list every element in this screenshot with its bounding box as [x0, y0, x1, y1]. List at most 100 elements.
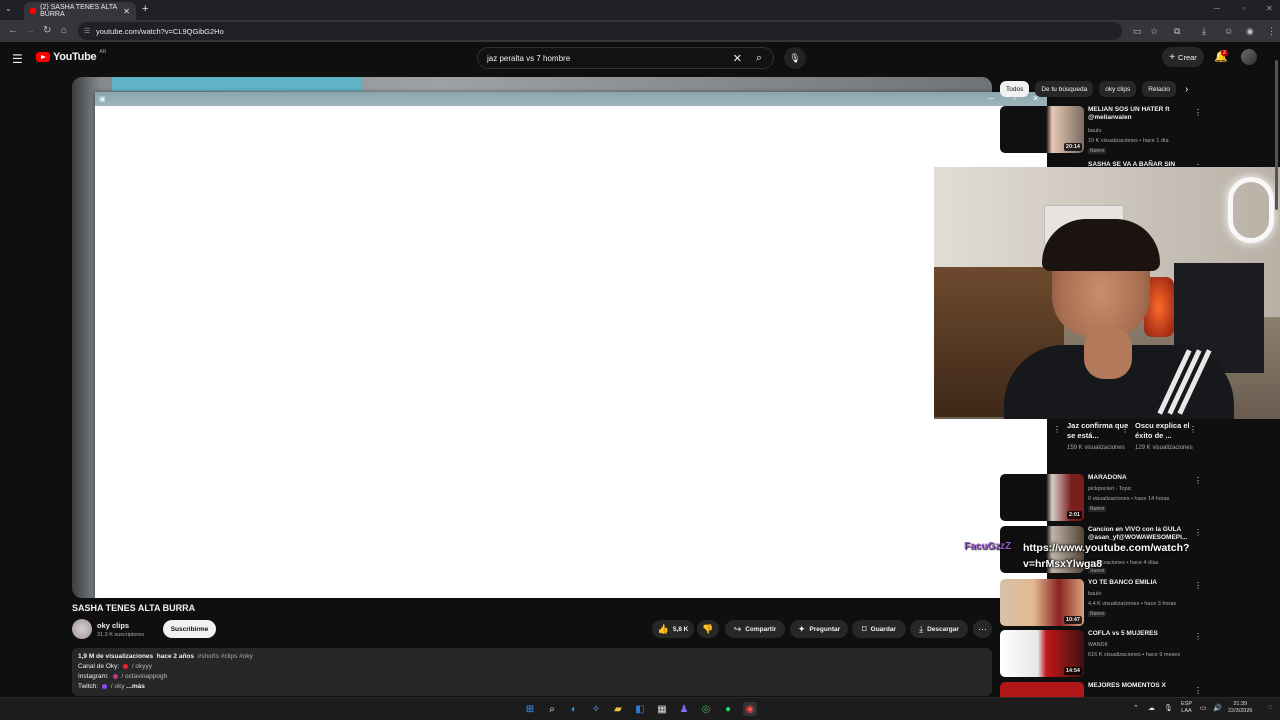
browser-toolbar: ← → ↻ ⌂ ☰ youtube.com/watch?v=CL9QGibG2H…: [0, 20, 1280, 42]
channel-name: baulo: [1088, 128, 1102, 134]
save-button[interactable]: ⌑ Guardar: [852, 620, 906, 638]
forward-icon[interactable]: →: [25, 25, 35, 36]
recommendation-item[interactable]: MEJORES MOMENTOS X ⋮: [1000, 682, 1200, 697]
browser-menu-icon[interactable]: ⋮: [1267, 26, 1276, 37]
voice-search-icon[interactable]: 🎙: [784, 47, 806, 69]
more-options-icon[interactable]: ⋮: [1194, 632, 1202, 641]
store-icon[interactable]: ◧: [633, 702, 647, 716]
volume-icon[interactable]: 🔊: [1213, 704, 1222, 712]
user-avatar[interactable]: [1241, 49, 1257, 65]
ask-button[interactable]: ✦ Preguntar: [790, 620, 848, 638]
more-options-icon[interactable]: ⋮: [1194, 476, 1202, 485]
show-more-link[interactable]: ...más: [126, 683, 144, 690]
chip-related[interactable]: Relacio: [1142, 81, 1176, 97]
more-options-icon[interactable]: ⋮: [1194, 581, 1202, 590]
browser-tab[interactable]: (2) SASHA TENES ALTA BURRA ✕: [24, 2, 136, 20]
tray-app-icon[interactable]: ☁: [1148, 704, 1155, 712]
subscribe-button[interactable]: Suscribirme: [163, 620, 216, 638]
account-avatar-icon[interactable]: ◉: [1246, 26, 1254, 37]
chip-all[interactable]: Todos: [1000, 81, 1030, 97]
hashtags[interactable]: #shorts #clips #oky: [198, 653, 253, 660]
search-query: jaz peralta vs 7 hombre: [487, 53, 571, 63]
bookmark-star-icon[interactable]: ☆: [1150, 26, 1158, 37]
youtube-logo[interactable]: YouTube AR: [36, 49, 106, 63]
search-icon[interactable]: ⌕: [745, 48, 773, 68]
profile-icon[interactable]: ☺: [1224, 26, 1233, 36]
keyboard-language[interactable]: ESP LAA: [1181, 701, 1192, 715]
home-icon[interactable]: ⌂: [61, 25, 67, 36]
recommendation-item[interactable]: 20:14 MELIAN SOS UN HATER ft @melianvale…: [1000, 106, 1202, 156]
back-icon[interactable]: ←: [8, 25, 18, 36]
channel-avatar[interactable]: [72, 619, 92, 639]
plus-icon: +: [1169, 51, 1176, 63]
window-app-icon: ▣: [99, 96, 106, 103]
desc-link-twitch[interactable]: / oky: [111, 683, 125, 690]
channel-name: WANDII: [1088, 642, 1108, 648]
active-app-icon[interactable]: ◉: [743, 702, 757, 716]
desc-link-channel[interactable]: / okyyy: [132, 663, 152, 670]
install-app-icon[interactable]: ▭: [1133, 26, 1142, 37]
chevron-right-icon[interactable]: ›: [1185, 84, 1188, 95]
menu-hamburger-icon[interactable]: ☰: [12, 52, 23, 66]
chrome-icon[interactable]: ◎: [699, 702, 713, 716]
system-clock[interactable]: 21:39 22/3/2026: [1228, 701, 1252, 715]
tray-mic-icon[interactable]: 🎙: [1164, 704, 1173, 712]
close-window-icon[interactable]: ✕: [1266, 4, 1273, 13]
spotify-icon[interactable]: ●: [721, 702, 735, 716]
windows-taskbar: ⊞ ⌕ ◐ ✧ ▰ ◧ ▦ ♟ ◎ ● ◉ ⌃ ☁ 🎙 ESP LAA ▭ 🔊 …: [0, 697, 1280, 720]
dislike-button[interactable]: 👎: [697, 620, 719, 638]
overlay-window-titlebar[interactable]: ▣ ─ ▫ ✕: [95, 92, 1047, 106]
minimize-window-icon[interactable]: ─: [1214, 4, 1220, 13]
chip-from-search[interactable]: De tu búsqueda: [1035, 81, 1094, 97]
channel-name[interactable]: oky clips: [97, 621, 129, 630]
copilot-icon[interactable]: ✧: [589, 702, 603, 716]
video-frame-detail: [112, 77, 362, 91]
tab-search-icon[interactable]: ⌄: [5, 4, 12, 13]
video-duration: 10:47: [1063, 616, 1082, 624]
recommendation-item[interactable]: 10:47 YO TE BANCO EMILIA baulo 4,4 K vis…: [1000, 579, 1202, 627]
maximize-window-icon[interactable]: ▫: [1242, 4, 1245, 13]
new-tab-icon[interactable]: +: [142, 3, 148, 15]
notification-center-icon[interactable]: ◌: [1268, 704, 1272, 711]
more-options-icon[interactable]: ⋮: [1194, 108, 1202, 117]
chat-message: https://www.youtube.com/watch?v=hrMsxYlw…: [1023, 542, 1190, 570]
video-description[interactable]: 1,9 M de visualizaciones hace 2 años #sh…: [72, 648, 992, 696]
youtube-play-logo-icon: [36, 52, 50, 62]
clear-search-icon[interactable]: ✕: [733, 52, 742, 65]
share-button[interactable]: ↪ Compartir: [725, 620, 785, 638]
tray-chevron-up-icon[interactable]: ⌃: [1133, 704, 1139, 712]
site-info-icon[interactable]: ☰: [84, 27, 90, 35]
taskbar-search-icon[interactable]: ⌕: [545, 702, 559, 716]
recommendation-item[interactable]: 2:01 MARADONA pickpocket - Topic 0 visua…: [1000, 474, 1202, 522]
downloads-icon[interactable]: ⤓: [1202, 26, 1206, 37]
chip-channel[interactable]: oky clips: [1099, 81, 1137, 97]
extensions-icon[interactable]: ⧉: [1174, 26, 1180, 37]
short-views: 159 K visualizaciones: [1067, 445, 1125, 451]
more-horizontal-icon: ⋯: [978, 623, 987, 634]
short-more-options-icon[interactable]: ⋮: [1053, 425, 1061, 434]
bookmark-icon: ⌑: [862, 623, 867, 634]
download-button[interactable]: ⤓ Descargar: [910, 620, 968, 638]
short-more-options-icon[interactable]: ⋮: [1121, 425, 1129, 434]
teams-icon[interactable]: ♟: [677, 702, 691, 716]
address-bar[interactable]: ☰ youtube.com/watch?v=CL9QGibG2Ho: [78, 22, 1122, 40]
like-button[interactable]: 👍 5,8 K: [652, 620, 694, 638]
save-label: Guardar: [870, 625, 896, 633]
more-options-icon[interactable]: ⋮: [1194, 686, 1200, 695]
network-icon[interactable]: ▭: [1200, 704, 1207, 712]
windows-start-icon[interactable]: ⊞: [523, 702, 537, 716]
calendar-icon[interactable]: ▦: [655, 702, 669, 716]
more-actions-button[interactable]: ⋯: [973, 620, 992, 638]
close-tab-icon[interactable]: ✕: [123, 7, 130, 16]
file-explorer-icon[interactable]: ▰: [611, 702, 625, 716]
more-options-icon[interactable]: ⋮: [1194, 528, 1202, 537]
short-more-options-icon[interactable]: ⋮: [1189, 425, 1197, 434]
create-button[interactable]: + Crear: [1162, 47, 1204, 67]
overlay-minimize-icon[interactable]: ─: [988, 94, 994, 103]
edge-browser-icon[interactable]: ◐: [567, 702, 581, 716]
reload-icon[interactable]: ↻: [43, 25, 51, 36]
desc-link-instagram[interactable]: / octavioappogh: [121, 673, 167, 680]
page-scrollbar[interactable]: [1274, 46, 1280, 696]
recommendation-item[interactable]: 14:54 COFLA vs 5 MUJERES WANDII 616 K vi…: [1000, 630, 1202, 678]
search-input[interactable]: jaz peralta vs 7 hombre ✕ ⌕: [477, 47, 774, 69]
